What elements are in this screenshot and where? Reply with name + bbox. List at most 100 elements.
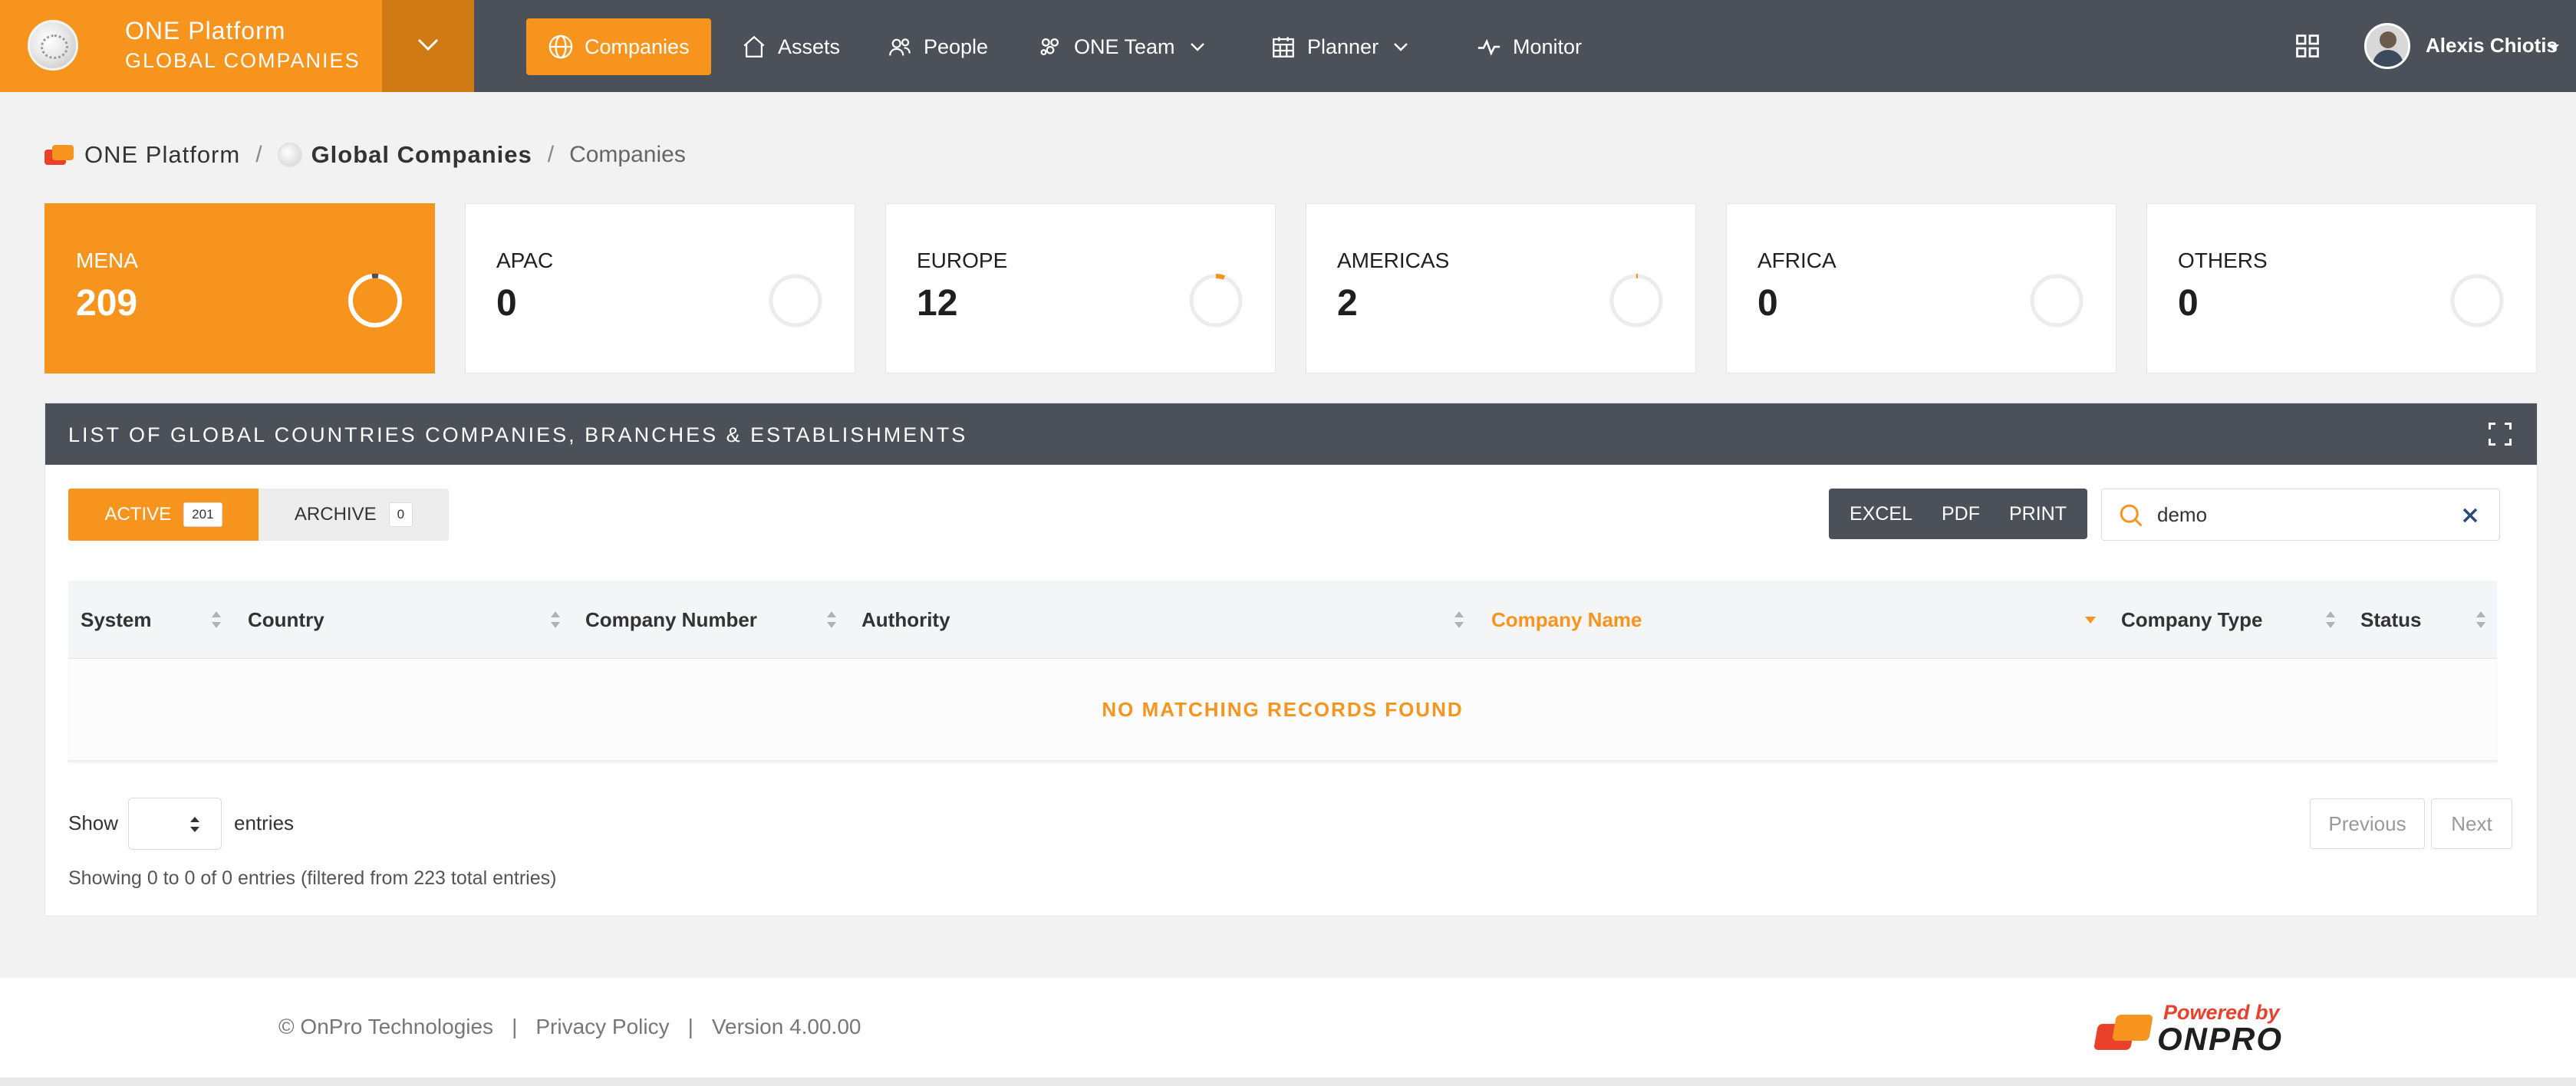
show-label: Show	[68, 811, 119, 834]
footer: © OnPro Technologies | Privacy Policy | …	[0, 978, 2576, 1078]
column-label: Status	[2360, 607, 2422, 631]
nav-assets[interactable]: Assets	[741, 18, 840, 75]
pulse-icon	[1477, 38, 1500, 56]
sort-icon[interactable]	[550, 610, 561, 630]
home-icon	[743, 35, 765, 58]
entries-label: entries	[234, 811, 295, 834]
nav-people[interactable]: People	[887, 18, 988, 75]
region-count: 2	[1337, 283, 1358, 324]
count-badge: 201	[183, 502, 222, 527]
fullscreen-icon[interactable]	[2486, 420, 2514, 448]
pdf-button[interactable]: PDF	[1942, 503, 1980, 525]
footer-separator: |	[512, 1015, 518, 1038]
column-header-authority[interactable]: Authority	[861, 581, 1475, 659]
brand-block[interactable]: ONE Platform GLOBAL COMPANIES	[0, 0, 382, 92]
column-header-status[interactable]: Status	[2360, 581, 2483, 659]
region-count: 0	[2178, 283, 2199, 324]
excel-button[interactable]: EXCEL	[1850, 503, 1912, 525]
breadcrumb-root[interactable]: ONE Platform	[84, 141, 240, 169]
region-count: 0	[496, 283, 517, 324]
one-platform-logo-icon	[44, 145, 74, 165]
region-card-others[interactable]: OTHERS 0	[2146, 203, 2537, 374]
sort-icon[interactable]	[2325, 610, 2336, 630]
region-label: OTHERS	[2178, 248, 2268, 272]
select-arrows-icon	[190, 817, 199, 832]
nav-companies-label: Companies	[585, 35, 690, 58]
companies-panel: LIST OF GLOBAL COUNTRIES COMPANIES, BRAN…	[44, 403, 2538, 917]
nav-planner-label: Planner	[1307, 35, 1379, 58]
region-card-americas[interactable]: AMERICAS 2	[1306, 203, 1696, 374]
next-button[interactable]: Next	[2431, 798, 2512, 849]
breadcrumb: ONE Platform / Global Companies / Compan…	[44, 141, 686, 169]
nav-companies[interactable]: Companies	[526, 18, 711, 75]
column-label: Country	[248, 607, 324, 631]
copyright-text: © OnPro Technologies	[278, 1015, 494, 1038]
privacy-policy-link[interactable]: Privacy Policy	[535, 1015, 669, 1039]
close-icon[interactable]	[2461, 506, 2479, 525]
sort-icon[interactable]	[211, 610, 222, 630]
user-name[interactable]: Alexis Chiotis	[2426, 34, 2558, 58]
nav-planner[interactable]: Planner	[1270, 18, 1409, 75]
nav-monitor[interactable]: Monitor	[1476, 18, 1582, 75]
breadcrumb-section[interactable]: Global Companies	[311, 141, 532, 169]
tab-archive[interactable]: ARCHIVE 0	[259, 489, 449, 541]
global-companies-logo	[28, 20, 78, 71]
apps-grid-icon[interactable]	[2294, 32, 2321, 60]
tab-active[interactable]: ACTIVE 201	[68, 489, 259, 541]
global-companies-icon	[277, 143, 302, 167]
brand-subtitle: GLOBAL COMPANIES	[125, 49, 361, 72]
column-header-company-name[interactable]: Company Name	[1491, 581, 2090, 659]
region-card-mena[interactable]: MENA 209	[44, 203, 435, 374]
region-label: APAC	[496, 248, 554, 272]
page-length-select[interactable]	[128, 798, 222, 850]
column-header-country[interactable]: Country	[248, 581, 555, 659]
progress-ring-icon	[1189, 274, 1243, 327]
region-label: AMERICAS	[1337, 248, 1450, 272]
region-count: 0	[1757, 283, 1778, 324]
search-input[interactable]	[2157, 499, 2449, 531]
nav-people-label: People	[924, 35, 989, 58]
caret-down-icon[interactable]	[2548, 44, 2559, 51]
previous-button[interactable]: Previous	[2310, 798, 2425, 849]
nav-one-team-label: ONE Team	[1074, 35, 1175, 58]
column-label: Company Type	[2121, 607, 2263, 631]
nav-one-team[interactable]: ONE Team	[1037, 18, 1206, 75]
app-switcher-toggle[interactable]	[382, 0, 474, 92]
globe-icon	[548, 35, 573, 59]
table-header: System Country Company Number Authority …	[68, 581, 2497, 659]
breadcrumb-separator: /	[255, 142, 262, 167]
chevron-down-icon	[417, 38, 439, 51]
column-label: Company Number	[585, 607, 757, 631]
onpro-wordmark: ONPRO	[2157, 1021, 2284, 1057]
sort-icon[interactable]	[2476, 610, 2486, 630]
tab-active-label: ACTIVE	[104, 504, 172, 525]
progress-ring-icon	[2030, 274, 2084, 327]
footer-separator: |	[687, 1015, 693, 1038]
column-label: Company Name	[1491, 607, 1642, 631]
progress-ring-icon	[769, 274, 822, 327]
avatar[interactable]	[2364, 23, 2410, 69]
panel-header: LIST OF GLOBAL COUNTRIES COMPANIES, BRAN…	[45, 403, 2537, 465]
people-icon	[889, 38, 911, 56]
region-card-africa[interactable]: AFRICA 0	[1726, 203, 2116, 374]
count-badge: 0	[388, 502, 413, 527]
search-icon	[2120, 504, 2143, 527]
print-button[interactable]: PRINT	[2009, 503, 2067, 525]
chevron-down-icon	[1190, 43, 1204, 51]
sort-icon[interactable]	[826, 610, 837, 630]
region-count: 209	[76, 283, 138, 324]
column-header-company-number[interactable]: Company Number	[585, 581, 846, 659]
column-label: System	[81, 607, 152, 631]
sort-icon[interactable]	[1454, 610, 1464, 630]
region-card-apac[interactable]: APAC 0	[465, 203, 855, 374]
region-count: 12	[917, 283, 958, 324]
sort-desc-icon[interactable]	[2084, 614, 2097, 625]
powered-by-onpro-logo: Powered by ONPRO	[2093, 1001, 2324, 1057]
empty-table-row: NO MATCHING RECORDS FOUND	[68, 659, 2497, 762]
column-header-company-type[interactable]: Company Type	[2121, 581, 2336, 659]
chevron-down-icon	[1394, 43, 1408, 51]
region-card-europe[interactable]: EUROPE 12	[885, 203, 1276, 374]
region-label: EUROPE	[917, 248, 1008, 272]
nav-assets-label: Assets	[778, 35, 841, 58]
version-text: Version 4.00.00	[711, 1015, 861, 1038]
